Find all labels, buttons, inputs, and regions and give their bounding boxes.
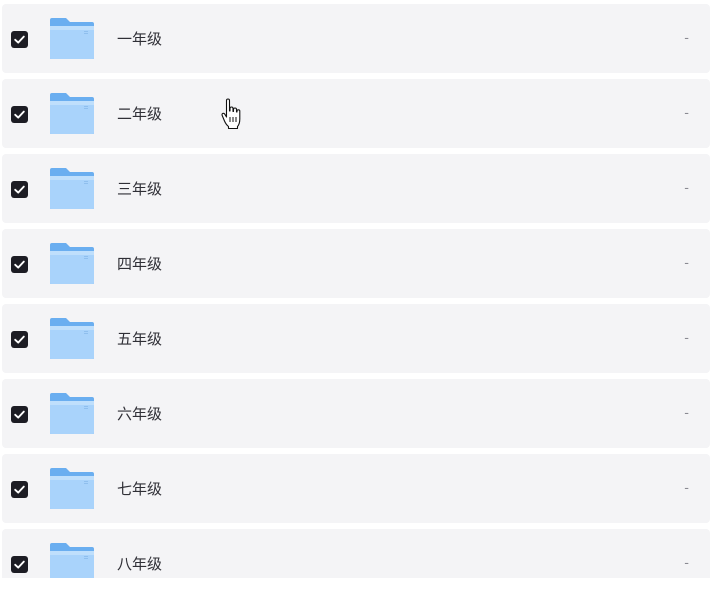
folder-icon bbox=[49, 17, 95, 60]
list-bottom-edge bbox=[0, 578, 710, 601]
item-checkbox[interactable] bbox=[11, 256, 28, 273]
item-size: - bbox=[684, 406, 689, 421]
check-icon bbox=[14, 185, 25, 194]
folder-list: 一年级 - 二年级 - 三年级 - 四年级 - 五年级 - 六年级 - 七年级 … bbox=[0, 0, 710, 578]
folder-icon bbox=[49, 542, 95, 578]
item-size: - bbox=[684, 181, 689, 196]
item-checkbox[interactable] bbox=[11, 481, 28, 498]
item-size: - bbox=[684, 556, 689, 571]
list-item[interactable]: 五年级 - bbox=[2, 304, 710, 373]
check-icon bbox=[14, 260, 25, 269]
item-checkbox[interactable] bbox=[11, 406, 28, 423]
list-item[interactable]: 六年级 - bbox=[2, 379, 710, 448]
item-size: - bbox=[684, 256, 689, 271]
check-icon bbox=[14, 35, 25, 44]
list-item[interactable]: 一年级 - bbox=[2, 4, 710, 73]
list-item[interactable]: 四年级 - bbox=[2, 229, 710, 298]
item-checkbox[interactable] bbox=[11, 331, 28, 348]
folder-icon bbox=[49, 392, 95, 435]
item-checkbox[interactable] bbox=[11, 31, 28, 48]
check-icon bbox=[14, 335, 25, 344]
item-name: 八年级 bbox=[117, 555, 163, 573]
item-name: 四年级 bbox=[117, 255, 163, 273]
item-name: 一年级 bbox=[117, 30, 163, 48]
item-size: - bbox=[684, 31, 689, 46]
list-item[interactable]: 七年级 - bbox=[2, 454, 710, 523]
check-icon bbox=[14, 560, 25, 569]
folder-icon bbox=[49, 92, 95, 135]
list-item[interactable]: 二年级 - bbox=[2, 79, 710, 148]
item-name: 三年级 bbox=[117, 180, 163, 198]
item-checkbox[interactable] bbox=[11, 106, 28, 123]
check-icon bbox=[14, 485, 25, 494]
item-checkbox[interactable] bbox=[11, 181, 28, 198]
item-name: 六年级 bbox=[117, 405, 163, 423]
item-name: 七年级 bbox=[117, 480, 163, 498]
item-checkbox[interactable] bbox=[11, 556, 28, 573]
list-item[interactable]: 三年级 - bbox=[2, 154, 710, 223]
item-size: - bbox=[684, 106, 689, 121]
item-size: - bbox=[684, 331, 689, 346]
check-icon bbox=[14, 110, 25, 119]
item-name: 五年级 bbox=[117, 330, 163, 348]
folder-icon bbox=[49, 167, 95, 210]
list-item[interactable]: 八年级 - bbox=[2, 529, 710, 578]
folder-icon bbox=[49, 242, 95, 285]
check-icon bbox=[14, 410, 25, 419]
item-size: - bbox=[684, 481, 689, 496]
folder-icon bbox=[49, 467, 95, 510]
folder-icon bbox=[49, 317, 95, 360]
item-name: 二年级 bbox=[117, 105, 163, 123]
